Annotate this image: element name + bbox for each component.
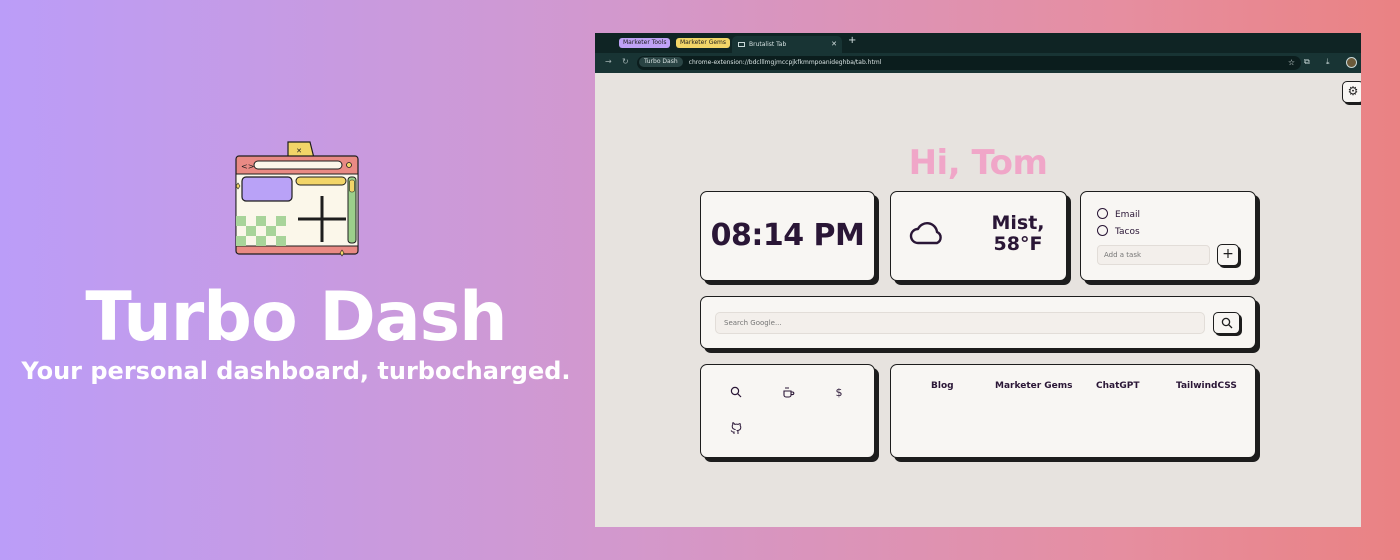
todo-label: Email (1115, 210, 1140, 220)
gear-icon: ⚙ (1347, 84, 1359, 98)
browser-window: Marketer Tools Marketer Gems Brutalist T… (595, 33, 1361, 527)
plus-icon: + (1222, 246, 1234, 262)
clock-time: 08:14 PM (710, 218, 865, 253)
search-input[interactable] (715, 312, 1205, 334)
weather-card: Mist, 58°F (890, 191, 1067, 281)
weather-condition: Mist, 58°F (975, 213, 1061, 255)
coffee-icon[interactable] (781, 386, 795, 400)
link-chatgpt[interactable]: ChatGPT (1096, 381, 1140, 391)
address-bar: → ↻ Turbo Dash chrome-extension://bdclllm… (595, 53, 1361, 73)
promo-panel: ✕ <> Turbo Dash Your personal dashboard,… (0, 0, 592, 560)
reload-icon[interactable]: ↻ (622, 57, 629, 66)
search-button[interactable] (1213, 312, 1240, 334)
search-card (700, 296, 1256, 349)
forward-icon[interactable]: → (605, 57, 612, 66)
url-field[interactable]: Turbo Dash chrome-extension://bdclllmgjmc… (637, 56, 1301, 70)
todo-item[interactable]: Tacos (1097, 225, 1140, 238)
tab-group-label: Marketer Gems (680, 39, 727, 46)
svg-text:<>: <> (241, 162, 254, 171)
new-tab-icon[interactable]: + (848, 35, 856, 46)
tab-title: Brutalist Tab (749, 41, 787, 48)
extensions-icon[interactable]: ⧉ (1304, 57, 1310, 67)
dollar-icon[interactable]: $ (832, 386, 846, 400)
cloud-icon (909, 222, 942, 245)
site-chip[interactable]: Turbo Dash (639, 57, 683, 67)
tab-group-marketer-gems[interactable]: Marketer Gems (676, 38, 731, 48)
bookmark-star-icon[interactable]: ☆ (1288, 56, 1295, 70)
shortcuts-card: $ (700, 364, 875, 458)
tab-brutalist[interactable]: Brutalist Tab ✕ (732, 36, 842, 53)
todo-card: Email Tacos + (1080, 191, 1256, 281)
search-icon (1221, 317, 1233, 329)
dashboard-page: ⚙ Hi, Tom 08:14 PM Mist, 58°F Email Taco… (595, 73, 1361, 527)
tab-bar: Marketer Tools Marketer Gems Brutalist T… (595, 33, 1361, 53)
tab-group-marketer-tools[interactable]: Marketer Tools (619, 38, 671, 48)
greeting-heading: Hi, Tom (908, 143, 1048, 183)
link-marketer-gems[interactable]: Marketer Gems (995, 381, 1073, 391)
brand-tagline: Your personal dashboard, turbocharged. (21, 357, 571, 385)
todo-label: Tacos (1115, 227, 1140, 237)
todo-checkbox[interactable] (1097, 208, 1108, 219)
todo-checkbox[interactable] (1097, 225, 1108, 236)
url-text: chrome-extension://bdclllmgjmccpjkfkmmpo… (688, 59, 882, 66)
brand-title: Turbo Dash (85, 278, 507, 357)
clock-card: 08:14 PM (700, 191, 875, 281)
svg-text:✕: ✕ (296, 147, 302, 155)
link-blog[interactable]: Blog (931, 381, 954, 391)
quick-links-card: Blog Marketer Gems ChatGPT TailwindCSS (890, 364, 1256, 458)
turbo-dash-logo-icon: ✕ <> (235, 141, 359, 257)
weather-line-1: Mist, (991, 212, 1045, 234)
todo-item[interactable]: Email (1097, 208, 1140, 221)
weather-temperature: 58°F (993, 233, 1043, 255)
page-icon (738, 42, 745, 47)
search-icon[interactable] (729, 386, 743, 400)
github-icon[interactable] (729, 422, 743, 436)
download-icon[interactable]: ⤓ (1326, 57, 1330, 67)
avatar[interactable] (1346, 57, 1357, 68)
add-task-button[interactable]: + (1217, 244, 1239, 266)
settings-button[interactable]: ⚙ (1342, 81, 1361, 103)
tab-group-label: Marketer Tools (623, 39, 667, 46)
add-task-input[interactable] (1097, 245, 1210, 265)
close-icon[interactable]: ✕ (831, 36, 837, 53)
link-tailwindcss[interactable]: TailwindCSS (1176, 381, 1237, 391)
